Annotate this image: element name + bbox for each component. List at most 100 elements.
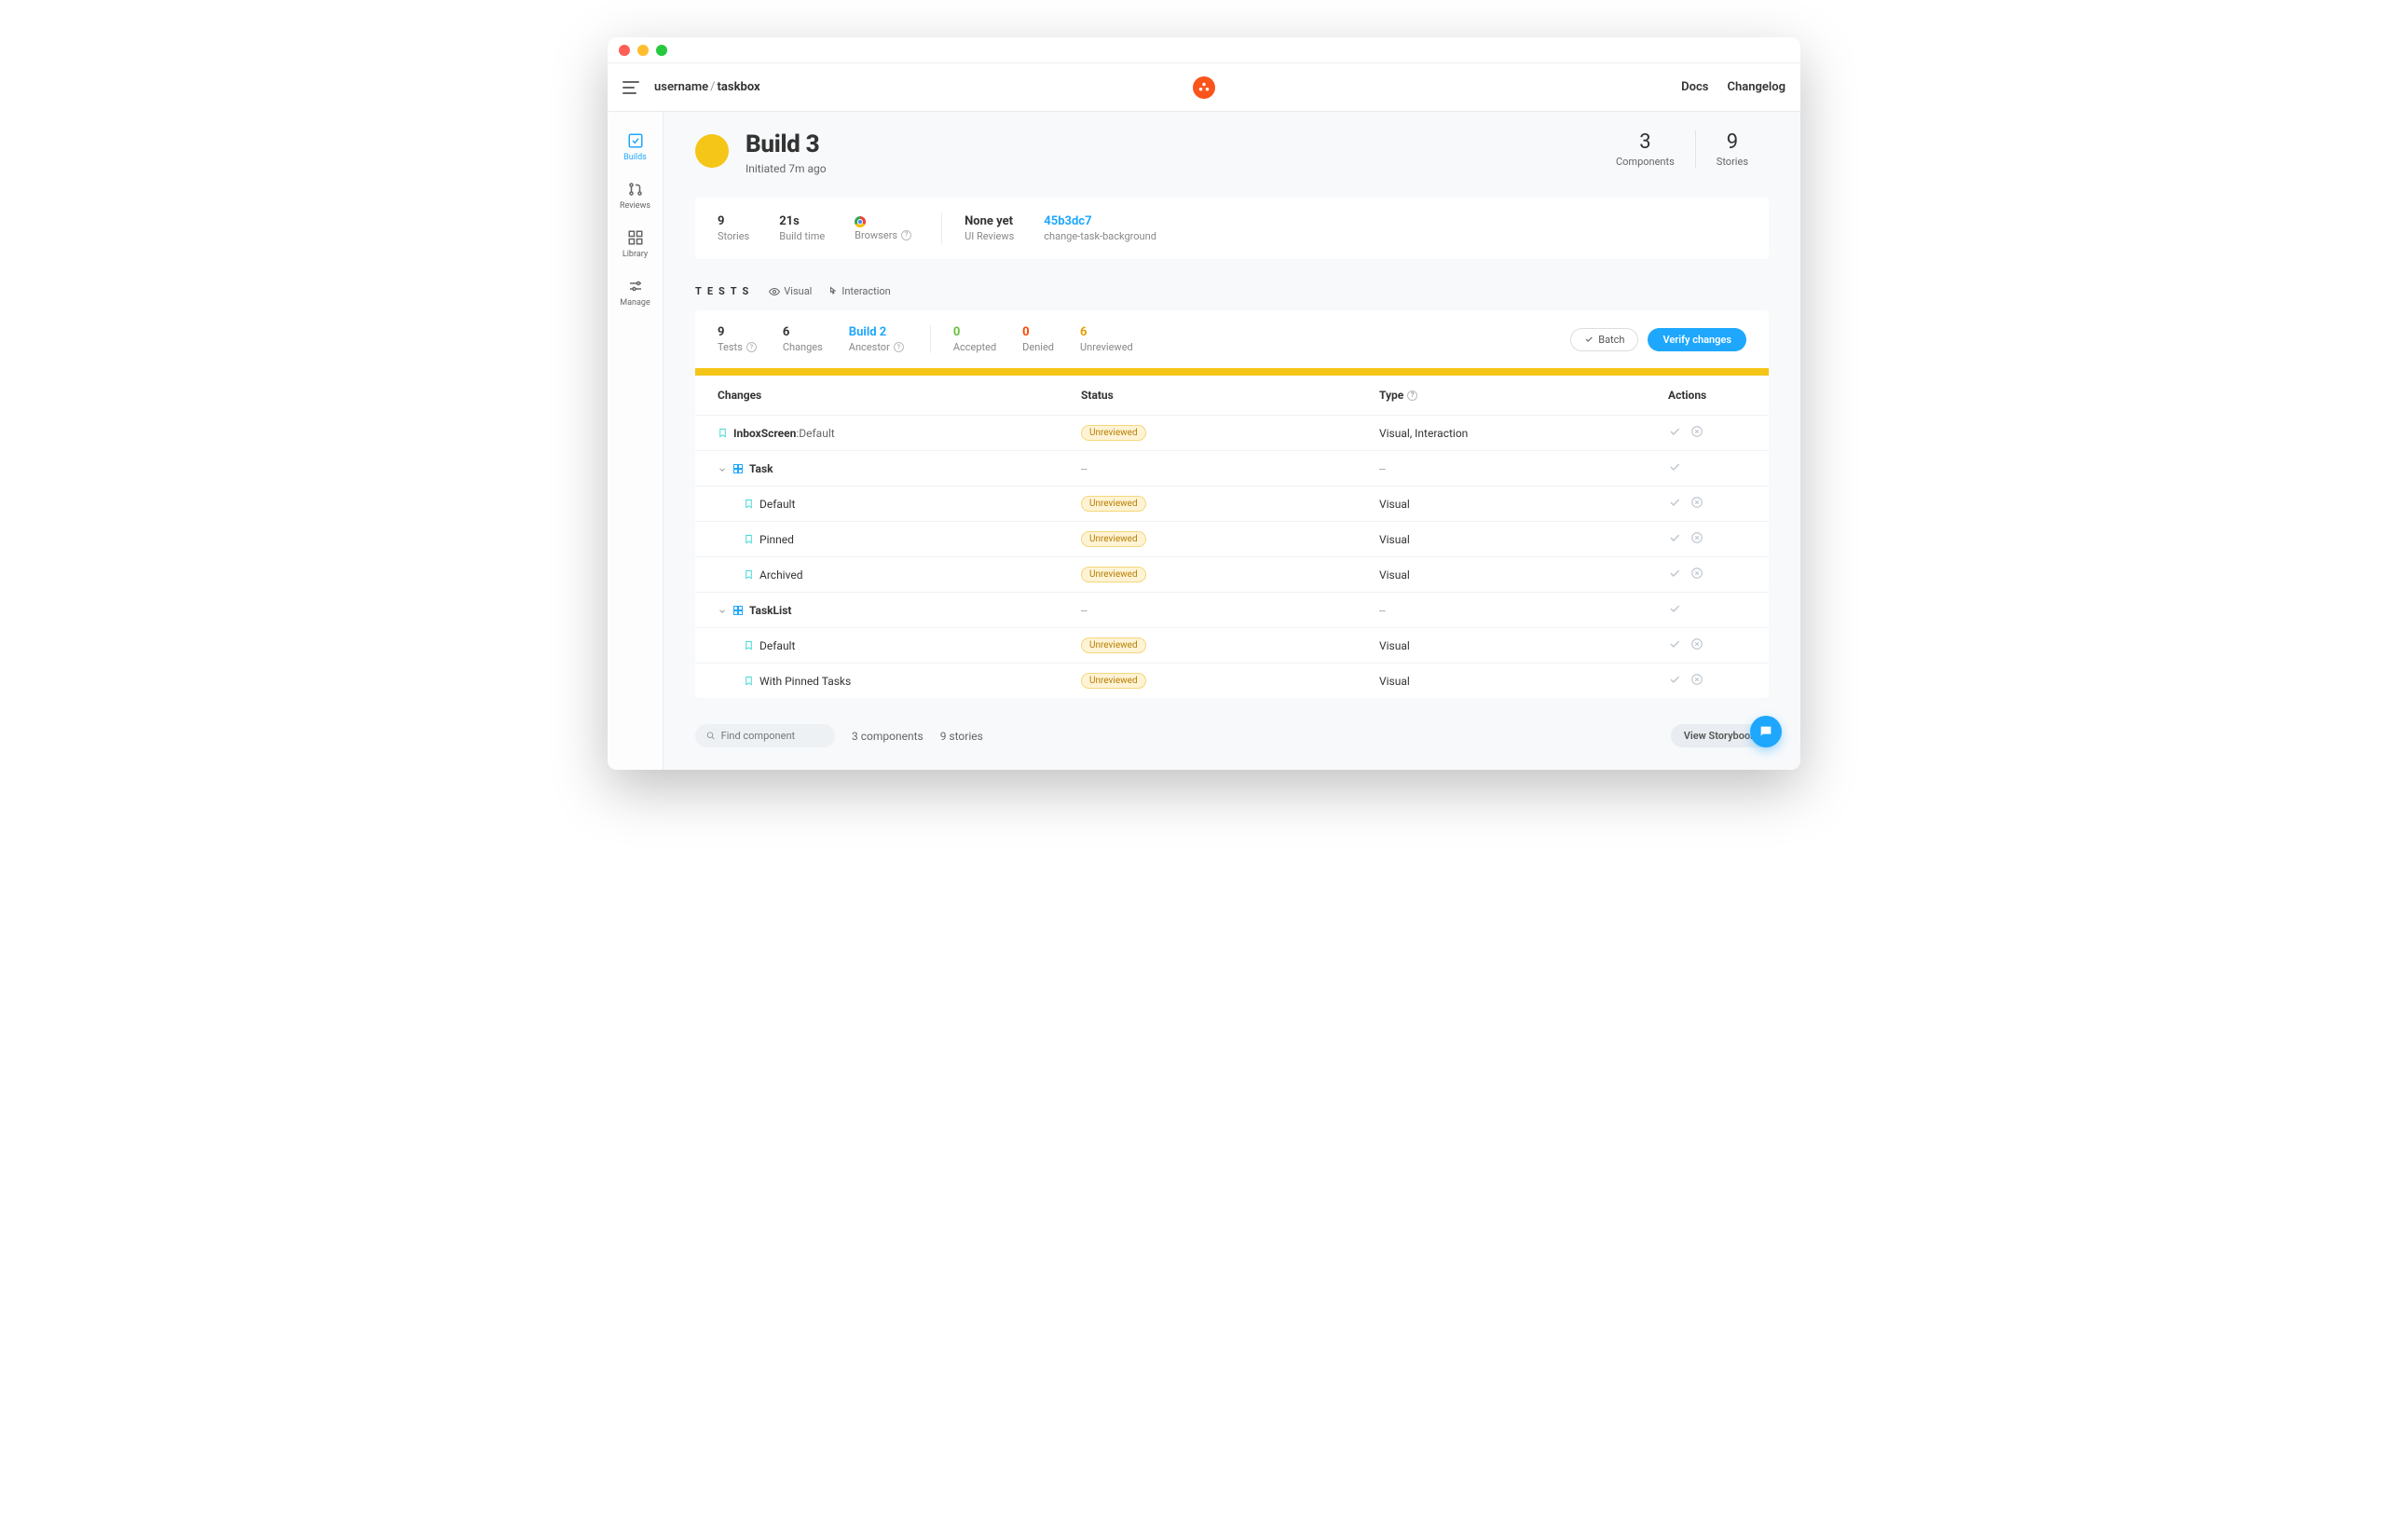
search-input[interactable] <box>721 730 824 742</box>
summary-denied: 0 Denied <box>1022 325 1080 353</box>
summary-unreviewed: 6 Unreviewed <box>1080 325 1159 353</box>
table-row[interactable]: DefaultUnreviewedVisual <box>695 627 1769 663</box>
table-row[interactable]: DefaultUnreviewedVisual <box>695 486 1769 521</box>
accept-action[interactable] <box>1668 602 1681 618</box>
deny-action[interactable] <box>1690 673 1703 689</box>
summary-label: Unreviewed <box>1080 341 1133 353</box>
sidebar-item-library[interactable]: Library <box>608 220 663 268</box>
table-body: InboxScreen:DefaultUnreviewedVisual, Int… <box>695 415 1769 698</box>
sidebar-item-manage[interactable]: Manage <box>608 268 663 317</box>
info-value: None yet <box>965 214 1014 228</box>
footer-components-count: 3 components <box>852 730 924 743</box>
deny-action[interactable] <box>1690 567 1703 582</box>
branch-name: change-task-background <box>1044 230 1156 242</box>
build-status-avatar <box>695 134 729 168</box>
page-title: Build 3 <box>746 130 827 158</box>
sidebar-item-reviews[interactable]: Reviews <box>608 171 663 220</box>
minimize-window-dot[interactable] <box>637 45 649 56</box>
maximize-window-dot[interactable] <box>656 45 667 56</box>
deny-action[interactable] <box>1690 531 1703 547</box>
grid-icon <box>627 229 644 246</box>
chromatic-logo-icon[interactable] <box>1193 76 1215 99</box>
title-block: Build 3 Initiated 7m ago <box>746 130 827 175</box>
help-icon[interactable]: ? <box>894 342 904 352</box>
tests-filters: TESTS Visual Interaction <box>695 285 1769 297</box>
summary-value: 6 <box>783 325 823 339</box>
type-value: Visual <box>1379 675 1410 688</box>
table-row[interactable]: Task---- <box>695 450 1769 486</box>
table-row[interactable]: PinnedUnreviewedVisual <box>695 521 1769 556</box>
status-badge: Unreviewed <box>1081 496 1146 512</box>
chevron-down-icon[interactable] <box>718 606 727 615</box>
header-stats: 3 Components 9 Stories <box>1595 130 1769 168</box>
deny-action[interactable] <box>1690 425 1703 441</box>
deny-action[interactable] <box>1690 637 1703 653</box>
accept-action[interactable] <box>1668 567 1681 582</box>
stat-number: 3 <box>1616 130 1675 154</box>
summary-value: 0 <box>1022 325 1054 339</box>
footer-stories-count: 9 stories <box>940 730 983 743</box>
stat-label: Stories <box>1717 156 1748 168</box>
summary-tests: 9 Tests? <box>718 325 783 353</box>
changelog-link[interactable]: Changelog <box>1727 80 1785 94</box>
type-value: Visual, Interaction <box>1379 427 1468 440</box>
breadcrumb[interactable]: username/taskbox <box>654 80 760 94</box>
accept-action[interactable] <box>1668 637 1681 653</box>
eye-icon <box>769 286 780 297</box>
info-stories: 9 Stories <box>718 214 779 242</box>
components-stat[interactable]: 3 Components <box>1595 130 1695 168</box>
breadcrumb-sep: / <box>710 80 715 94</box>
table-row[interactable]: With Pinned TasksUnreviewedVisual <box>695 663 1769 698</box>
accept-action[interactable] <box>1668 673 1681 689</box>
status-badge: Unreviewed <box>1081 567 1146 582</box>
sliders-icon <box>627 278 644 294</box>
commit-link[interactable]: 45b3dc7 <box>1044 214 1156 228</box>
accept-action[interactable] <box>1668 531 1681 547</box>
deny-action[interactable] <box>1690 496 1703 512</box>
tests-panel: 9 Tests? 6 Changes Build 2 Ancestor? 0 <box>695 310 1769 698</box>
docs-link[interactable]: Docs <box>1681 80 1708 94</box>
ancestor-link[interactable]: Build 2 <box>849 325 904 339</box>
sidebar-item-builds[interactable]: Builds <box>608 123 663 171</box>
info-browsers: Browsers? <box>855 216 941 241</box>
summary-label: Changes <box>783 341 823 353</box>
accept-action[interactable] <box>1668 425 1681 441</box>
stories-stat[interactable]: 9 Stories <box>1696 130 1769 168</box>
breadcrumb-user[interactable]: username <box>654 80 708 94</box>
find-component-search[interactable] <box>695 724 835 747</box>
filter-interaction[interactable]: Interaction <box>827 285 890 297</box>
table-row[interactable]: ArchivedUnreviewedVisual <box>695 556 1769 592</box>
story-name: Archived <box>759 568 802 582</box>
story-icon <box>744 499 754 509</box>
batch-button[interactable]: Batch <box>1570 328 1638 351</box>
accept-action[interactable] <box>1668 460 1681 476</box>
story-icon <box>744 534 754 544</box>
accept-action[interactable] <box>1668 496 1681 512</box>
table-row[interactable]: InboxScreen:DefaultUnreviewedVisual, Int… <box>695 415 1769 450</box>
page-subtitle: Initiated 7m ago <box>746 162 827 175</box>
chat-fab[interactable] <box>1750 716 1782 747</box>
verify-changes-button[interactable]: Verify changes <box>1648 328 1746 351</box>
th-status: Status <box>1081 389 1379 402</box>
table-row[interactable]: TaskList---- <box>695 592 1769 627</box>
sidebar-label: Builds <box>623 153 647 162</box>
th-actions: Actions <box>1668 389 1746 402</box>
info-label: Build time <box>779 230 825 242</box>
summary-value: 6 <box>1080 325 1133 339</box>
menu-icon[interactable] <box>623 81 639 94</box>
story-icon <box>744 676 754 686</box>
search-icon <box>706 731 716 741</box>
info-uireviews: None yet UI Reviews <box>965 214 1044 242</box>
topbar: username/taskbox Docs Changelog <box>608 63 1800 112</box>
type-value: -- <box>1379 604 1386 617</box>
component-icon <box>732 605 744 616</box>
summary-value: 9 <box>718 325 757 339</box>
filter-visual[interactable]: Visual <box>769 285 812 297</box>
close-window-dot[interactable] <box>619 45 630 56</box>
status-badge: Unreviewed <box>1081 673 1146 689</box>
chevron-down-icon[interactable] <box>718 464 727 473</box>
help-icon[interactable]: ? <box>901 230 911 240</box>
breadcrumb-repo[interactable]: taskbox <box>718 80 760 94</box>
help-icon[interactable]: ? <box>1407 390 1417 401</box>
help-icon[interactable]: ? <box>746 342 757 352</box>
